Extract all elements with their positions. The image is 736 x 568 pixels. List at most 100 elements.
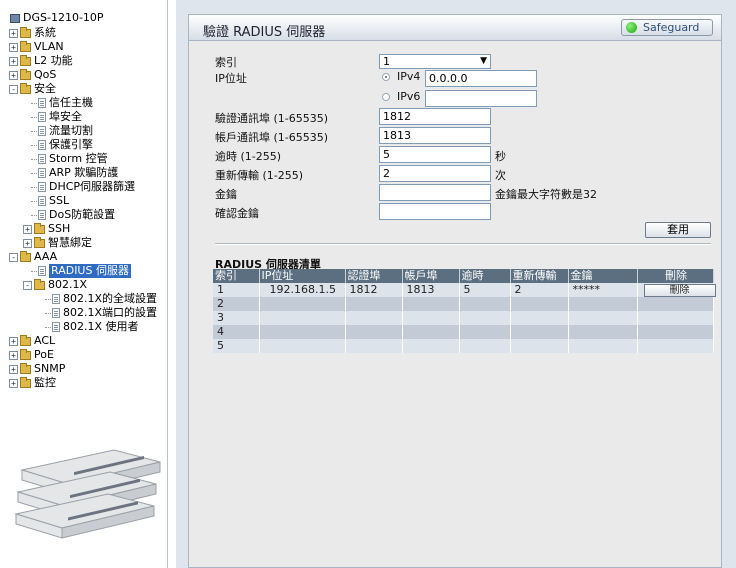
tree-item-label: 安全: [34, 82, 56, 95]
column-header: 重新傳輸: [510, 269, 569, 283]
ipv6-input[interactable]: [425, 90, 537, 107]
tree-item[interactable]: + ACL: [9, 334, 55, 348]
safeguard-indicator[interactable]: Safeguard: [621, 19, 713, 36]
folder-icon: [34, 278, 45, 290]
tree-item[interactable]: + L2 功能: [9, 54, 73, 68]
tree-item-label: AAA: [34, 250, 58, 263]
dropdown-arrow-icon: ▼: [480, 56, 487, 66]
tree-item-label: DHCP伺服器篩選: [49, 180, 136, 193]
tree-item[interactable]: + 智慧綁定: [23, 236, 92, 250]
tree-item[interactable]: + PoE: [9, 348, 54, 362]
tree-item-label: ARP 欺騙防護: [49, 166, 119, 179]
ipv4-radio[interactable]: [382, 73, 390, 81]
tree-item[interactable]: - 安全: [9, 82, 56, 96]
page-icon: [52, 308, 60, 318]
expand-icon[interactable]: +: [9, 42, 18, 52]
tree-item-label: 埠安全: [49, 110, 82, 123]
tree-item[interactable]: - 802.1X: [23, 278, 87, 292]
expand-icon[interactable]: +: [9, 350, 18, 360]
folder-icon: [20, 334, 31, 346]
table-row: 5: [213, 339, 714, 353]
table-cell: [259, 325, 346, 339]
safeguard-label: Safeguard: [643, 21, 700, 34]
tree-item[interactable]: 802.1X的全域設置: [45, 292, 157, 306]
apply-button[interactable]: 套用: [645, 222, 711, 238]
table-cell: [568, 339, 638, 353]
tree-connector: [45, 326, 51, 328]
table-cell: [402, 325, 460, 339]
column-header: 刪除: [637, 269, 714, 283]
tree-item[interactable]: 信任主機: [31, 96, 93, 110]
table-cell: [459, 325, 511, 339]
tree-item[interactable]: Storm 控管: [31, 152, 108, 166]
tree-item[interactable]: 802.1X 使用者: [45, 320, 139, 334]
table-cell: [259, 339, 346, 353]
collapse-icon[interactable]: -: [9, 252, 18, 262]
ipv4-input[interactable]: [425, 70, 537, 87]
table-cell: [345, 297, 403, 311]
tree-item[interactable]: 埠安全: [31, 110, 82, 124]
page-icon: [38, 112, 46, 122]
ipv6-label: IPv6: [397, 90, 421, 103]
tree-item[interactable]: + SNMP: [9, 362, 65, 376]
table-cell: [402, 339, 460, 353]
tree-connector: [31, 200, 37, 202]
page-icon: [38, 98, 46, 108]
collapse-icon[interactable]: -: [23, 280, 32, 290]
key-input[interactable]: [379, 184, 491, 201]
table-cell: 1812: [345, 283, 403, 297]
expand-icon[interactable]: +: [9, 70, 18, 80]
tree-connector: [31, 214, 37, 216]
expand-icon[interactable]: +: [9, 336, 18, 346]
tree-item[interactable]: - AAA: [9, 250, 57, 264]
tree-item[interactable]: 保護引擎: [31, 138, 93, 152]
tree-item[interactable]: 流量切割: [31, 124, 93, 138]
table-row: 1 192.168.1.5 1812 1813 5 2 ***** 刪除: [213, 283, 716, 297]
page-icon: [38, 210, 46, 220]
status-dot-icon: [626, 22, 637, 33]
delete-button[interactable]: 刪除: [643, 284, 716, 297]
confirm-key-input[interactable]: [379, 203, 491, 220]
index-label: 索引: [215, 56, 237, 69]
auth-port-input[interactable]: [379, 108, 491, 125]
table-body: 1 192.168.1.5 1812 1813 5 2 ***** 刪除 2 3 4 5: [213, 283, 716, 353]
tree-root-label: DGS-1210-10P: [23, 11, 104, 24]
collapse-icon[interactable]: -: [9, 84, 18, 94]
tree-item[interactable]: ARP 欺騙防護: [31, 166, 118, 180]
table-cell: [568, 325, 638, 339]
table-cell: [345, 325, 403, 339]
timeout-input[interactable]: [379, 146, 491, 163]
tree-item-label: VLAN: [34, 40, 64, 53]
expand-icon[interactable]: +: [9, 56, 18, 66]
expand-icon[interactable]: +: [9, 378, 18, 388]
ipv6-radio[interactable]: [382, 93, 390, 101]
navigation-tree: DGS-1210-10P + 系統 + VLAN + L2 功能 + QoS - 安全 信任主機 埠安…: [0, 0, 168, 568]
expand-icon[interactable]: +: [9, 28, 18, 38]
acct-port-input[interactable]: [379, 127, 491, 144]
tree-item[interactable]: + 監控: [9, 376, 56, 390]
tree-item[interactable]: DoS防範設置: [31, 208, 115, 222]
folder-icon: [34, 236, 45, 248]
tree-item[interactable]: + VLAN: [9, 40, 64, 54]
tree-item[interactable]: 802.1X端口的設置: [45, 306, 157, 320]
index-select[interactable]: 1 ▼: [379, 54, 491, 69]
expand-icon[interactable]: +: [9, 364, 18, 374]
table-cell: [345, 339, 403, 353]
key-hint: 金鑰最大字符數是32: [495, 188, 597, 201]
tree-item-label: QoS: [34, 68, 57, 81]
table-cell: [259, 297, 346, 311]
table-cell: [402, 297, 460, 311]
table-cell: [637, 325, 714, 339]
tree-item[interactable]: + QoS: [9, 68, 56, 82]
expand-icon[interactable]: +: [23, 238, 32, 248]
tree-root[interactable]: DGS-1210-10P: [10, 11, 104, 25]
tree-item[interactable]: SSL: [31, 194, 69, 208]
tree-item[interactable]: RADIUS 伺服器: [31, 264, 131, 278]
tree-item[interactable]: + SSH: [23, 222, 70, 236]
retransmit-input[interactable]: [379, 165, 491, 182]
table-cell: [568, 297, 638, 311]
table-cell: [459, 297, 511, 311]
tree-item[interactable]: DHCP伺服器篩選: [31, 180, 135, 194]
tree-item[interactable]: + 系統: [9, 26, 56, 40]
expand-icon[interactable]: +: [23, 224, 32, 234]
